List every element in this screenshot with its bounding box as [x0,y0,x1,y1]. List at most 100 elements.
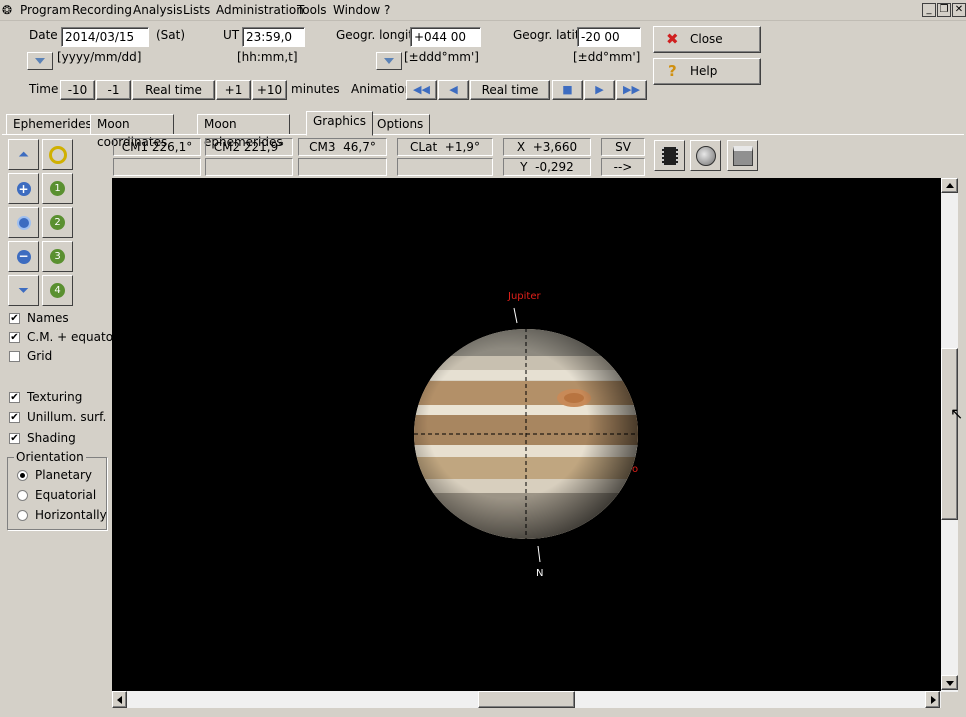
film-icon [661,146,678,165]
north-marker [537,545,541,563]
center-planet-button[interactable] [42,139,73,170]
restore-icon[interactable]: ❐ [937,3,951,17]
animation-stop-button[interactable]: ■ [552,80,583,100]
scroll-right-button[interactable] [925,691,940,708]
vertical-scroll-thumb[interactable] [941,348,958,520]
moon-1-icon: 1 [50,181,65,196]
shading-checkbox[interactable]: ✔ [9,433,20,444]
tab-options[interactable]: Options [370,114,431,135]
cm1-readout: CM1 226,1° [113,138,201,156]
fast-forward-icon: ▶▶ [623,83,640,96]
arrow-readout: --> [601,158,645,176]
moon-3-button[interactable]: 3 [42,241,73,272]
zoom-out-icon: − [16,248,31,264]
equatorial-radio[interactable] [17,490,28,501]
texturing-checkbox[interactable]: ✔ [9,392,20,403]
menu-recording[interactable]: Recording [72,3,132,17]
moon-4-icon: 4 [50,283,65,298]
ut-label: UT [223,28,240,42]
horizontal-scroll-thumb[interactable] [478,691,575,708]
tab-moon-coordinates[interactable]: Moon coordinates [90,114,175,149]
grid-checkbox[interactable] [9,351,20,362]
menu-tools[interactable]: Tools [297,3,327,17]
north-pole-marker-top [513,307,518,324]
left-arrow-icon [117,696,122,704]
ut-format-label: [hh:mm,t] [237,50,298,64]
animation-fast-rewind-button[interactable]: ◀◀ [406,80,437,100]
cm-equator-checkbox[interactable]: ✔ [9,332,20,343]
scroll-up-button[interactable] [941,178,958,193]
zoom-fit-down-button[interactable]: ⏷ [8,275,39,306]
close-window-icon[interactable]: ✕ [952,3,966,17]
zoom-fit-up-button[interactable]: ⏶ [8,139,39,170]
minimize-icon[interactable]: _ [922,3,936,17]
planet-image-button[interactable] [690,140,721,171]
animation-step-back-button[interactable]: ◀ [438,80,469,100]
sv-readout: SV [601,138,645,156]
zoom-in-icon: + [16,181,31,196]
tab-graphics[interactable]: Graphics [306,111,373,136]
scroll-down-button[interactable] [941,675,958,690]
time-realtime-button[interactable]: Real time [132,80,215,100]
time-plus10-button[interactable]: +10 [252,80,287,100]
up-arrow-icon [946,183,954,188]
help-button[interactable]: ? Help [653,58,761,85]
menu-help[interactable]: ? [384,3,390,17]
orientation-title: Orientation [14,450,86,464]
planet-image-icon [695,145,716,166]
menu-analysis[interactable]: Analysis [133,3,182,17]
animation-step-forward-button[interactable]: ▶ [584,80,615,100]
moon-1-button[interactable]: 1 [42,173,73,204]
app-icon[interactable]: ❂ [2,3,12,17]
longitude-input[interactable]: +044 00 [410,27,481,47]
longitude-dropdown-button[interactable] [376,52,402,70]
menu-lists[interactable]: Lists [183,3,210,17]
time-plus1-button[interactable]: +1 [216,80,251,100]
date-input[interactable]: 2014/03/15 [61,27,149,47]
moon-2-button[interactable]: 2 [42,207,73,238]
cm3-readout: CM3 46,7° [298,138,387,156]
moon-4-button[interactable]: 4 [42,275,73,306]
ut-input[interactable]: 23:59,0 [242,27,305,47]
planetary-radio[interactable] [17,470,28,481]
cm3-readout-secondary [298,158,387,176]
tab-moon-ephemerides[interactable]: Moon ephemerides [197,114,290,149]
horizontal-scrollbar[interactable] [112,691,941,708]
animation-label: Animation [351,82,413,96]
jupiter-view [414,307,638,563]
printer-icon [732,145,753,166]
tab-ephemerides[interactable]: Ephemerides [6,114,99,135]
zoom-in-button[interactable]: + [8,173,39,204]
equatorial-label: Equatorial [35,488,97,502]
time-minus10-button[interactable]: -10 [60,80,95,100]
zoom-reset-button[interactable] [8,207,39,238]
help-button-label: Help [690,64,718,78]
cm-equator-label: C.M. + equator [27,330,118,344]
cursor-icon: ↖ [950,404,964,423]
print-button[interactable] [727,140,758,171]
animation-realtime-button[interactable]: Real time [470,80,550,100]
menu-administration[interactable]: Administration [216,3,304,17]
unillum-surf-label: Unillum. surf. [27,410,107,424]
names-checkbox[interactable]: ✔ [9,313,20,324]
scroll-left-button[interactable] [112,691,127,708]
unillum-surf-checkbox[interactable]: ✔ [9,412,20,423]
graphics-canvas[interactable]: Jupiter N o [112,178,942,692]
menu-program[interactable]: Program [20,3,71,17]
right-arrow-icon [931,696,936,704]
cm2-readout: CM2 221,9° [205,138,293,156]
date-dropdown-button[interactable] [27,52,53,70]
menu-window[interactable]: Window [333,3,380,17]
time-minus1-button[interactable]: -1 [96,80,131,100]
horizontally-radio[interactable] [17,510,28,521]
zoom-out-button[interactable]: − [8,241,39,272]
animation-fast-forward-button[interactable]: ▶▶ [616,80,647,100]
close-button[interactable]: ✖ Close [653,26,761,53]
names-label: Names [27,311,69,325]
latitude-input[interactable]: -20 00 [577,27,641,47]
vertical-scrollbar[interactable] [941,178,958,692]
stop-icon: ■ [562,83,573,96]
x-readout: X +3,660 [503,138,591,156]
clat-readout-secondary [397,158,493,176]
film-button[interactable] [654,140,685,171]
